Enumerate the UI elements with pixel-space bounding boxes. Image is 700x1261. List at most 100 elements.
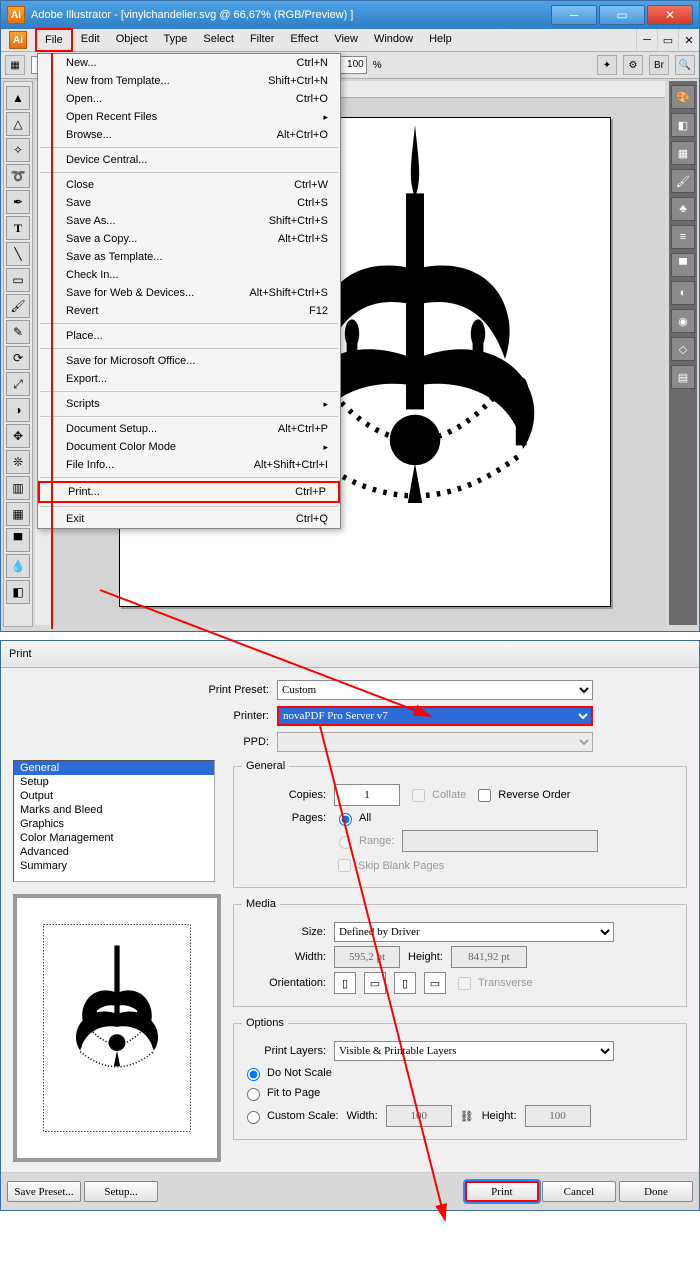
menu-item-browse[interactable]: Browse...Alt+Ctrl+O xyxy=(38,126,340,144)
pages-all-radio[interactable] xyxy=(339,813,352,826)
done-button[interactable]: Done xyxy=(619,1181,693,1202)
direct-selection-tool-icon[interactable]: △ xyxy=(6,112,30,136)
menu-item-revert[interactable]: RevertF12 xyxy=(38,302,340,320)
link-icon[interactable]: ⛓ xyxy=(460,1110,474,1123)
gradient-panel-icon[interactable]: ▀ xyxy=(671,253,695,277)
swatches-panel-icon[interactable]: ▦ xyxy=(671,141,695,165)
magic-wand-tool-icon[interactable]: ✧ xyxy=(6,138,30,162)
menu-window[interactable]: Window xyxy=(366,29,421,51)
menu-effect[interactable]: Effect xyxy=(282,29,326,51)
eyedropper-tool-icon[interactable]: 💧 xyxy=(6,554,30,578)
symbol-sprayer-tool-icon[interactable]: ❊ xyxy=(6,450,30,474)
print-button[interactable]: Print xyxy=(465,1181,539,1202)
menu-type[interactable]: Type xyxy=(156,29,196,51)
menu-item-file-info[interactable]: File Info...Alt+Shift+Ctrl+I xyxy=(38,456,340,474)
menu-item-place[interactable]: Place... xyxy=(38,327,340,345)
media-size-select[interactable]: Defined by Driver xyxy=(334,922,614,942)
menu-item-save[interactable]: SaveCtrl+S xyxy=(38,194,340,212)
custom-scale-radio[interactable] xyxy=(247,1111,260,1124)
cancel-button[interactable]: Cancel xyxy=(542,1181,616,1202)
appearance-panel-icon[interactable]: ◉ xyxy=(671,309,695,333)
section-general[interactable]: General xyxy=(14,761,214,775)
preferences-icon[interactable]: ⚙ xyxy=(623,55,643,75)
graph-tool-icon[interactable]: ▥ xyxy=(6,476,30,500)
menu-item-save-as[interactable]: Save As...Shift+Ctrl+S xyxy=(38,212,340,230)
menu-edit[interactable]: Edit xyxy=(73,29,108,51)
rectangle-tool-icon[interactable]: ▭ xyxy=(6,268,30,292)
gradient-tool-icon[interactable]: ▀ xyxy=(6,528,30,552)
menu-filter[interactable]: Filter xyxy=(242,29,282,51)
orientation-portrait-up-icon[interactable]: ▯ xyxy=(334,972,356,994)
menu-view[interactable]: View xyxy=(326,29,366,51)
paintbrush-tool-icon[interactable]: 🖌 xyxy=(6,294,30,318)
lasso-tool-icon[interactable]: ➰ xyxy=(6,164,30,188)
mdi-close-button[interactable]: ✕ xyxy=(678,29,699,51)
menu-item-device-central[interactable]: Device Central... xyxy=(38,151,340,169)
menu-item-exit[interactable]: ExitCtrl+Q xyxy=(38,510,340,528)
stroke-panel-icon[interactable]: ≡ xyxy=(671,225,695,249)
menu-item-save-a-copy[interactable]: Save a Copy...Alt+Ctrl+S xyxy=(38,230,340,248)
menu-object[interactable]: Object xyxy=(108,29,156,51)
blend-tool-icon[interactable]: ◧ xyxy=(6,580,30,604)
menu-item-close[interactable]: CloseCtrl+W xyxy=(38,176,340,194)
printer-select[interactable]: novaPDF Pro Server v7 xyxy=(277,706,593,726)
selection-tool-icon[interactable]: ▲ xyxy=(6,86,30,110)
fit-to-page-radio[interactable] xyxy=(247,1088,260,1101)
print-preset-select[interactable]: Custom xyxy=(277,680,593,700)
section-color-management[interactable]: Color Management xyxy=(14,831,214,845)
minimize-button[interactable]: ─ xyxy=(551,5,597,25)
type-tool-icon[interactable]: T xyxy=(6,216,30,240)
menu-item-new[interactable]: New...Ctrl+N xyxy=(38,54,340,72)
menu-select[interactable]: Select xyxy=(195,29,242,51)
pen-tool-icon[interactable]: ✒ xyxy=(6,190,30,214)
menu-item-print[interactable]: Print...Ctrl+P xyxy=(38,481,340,503)
brushes-panel-icon[interactable]: 🖌 xyxy=(671,169,695,193)
menu-item-open[interactable]: Open...Ctrl+O xyxy=(38,90,340,108)
color-panel-icon[interactable]: 🎨 xyxy=(671,85,695,109)
layers-panel-icon[interactable]: ▤ xyxy=(671,365,695,389)
menu-help[interactable]: Help xyxy=(421,29,460,51)
transparency-panel-icon[interactable]: ◐ xyxy=(671,281,695,305)
print-layers-select[interactable]: Visible & Printable Layers xyxy=(334,1041,614,1061)
mesh-tool-icon[interactable]: ▦ xyxy=(6,502,30,526)
menu-item-scripts[interactable]: Scripts xyxy=(38,395,340,413)
menu-file[interactable]: File xyxy=(35,28,73,52)
reverse-order-checkbox[interactable] xyxy=(478,789,491,802)
menu-item-save-as-template[interactable]: Save as Template... xyxy=(38,248,340,266)
section-advanced[interactable]: Advanced xyxy=(14,845,214,859)
line-tool-icon[interactable]: ╲ xyxy=(6,242,30,266)
graphic-styles-panel-icon[interactable]: ◇ xyxy=(671,337,695,361)
print-section-list[interactable]: GeneralSetupOutputMarks and BleedGraphic… xyxy=(13,760,215,882)
copies-input[interactable] xyxy=(334,784,400,806)
orientation-landscape-left-icon[interactable]: ▭ xyxy=(364,972,386,994)
document-setup-icon[interactable]: ✦ xyxy=(597,55,617,75)
section-graphics[interactable]: Graphics xyxy=(14,817,214,831)
menu-item-document-setup[interactable]: Document Setup...Alt+Ctrl+P xyxy=(38,420,340,438)
maximize-button[interactable]: ▭ xyxy=(599,5,645,25)
save-preset-button[interactable]: Save Preset... xyxy=(7,1181,81,1202)
warp-tool-icon[interactable]: ◑ xyxy=(6,398,30,422)
free-transform-tool-icon[interactable]: ✥ xyxy=(6,424,30,448)
orientation-portrait-down-icon[interactable]: ▯ xyxy=(394,972,416,994)
scale-tool-icon[interactable]: ⤢ xyxy=(6,372,30,396)
section-summary[interactable]: Summary xyxy=(14,859,214,873)
menu-item-check-in[interactable]: Check In... xyxy=(38,266,340,284)
symbols-panel-icon[interactable]: ♣ xyxy=(671,197,695,221)
rotate-tool-icon[interactable]: ⟳ xyxy=(6,346,30,370)
mdi-restore-button[interactable]: ▭ xyxy=(657,29,678,51)
pencil-tool-icon[interactable]: ✎ xyxy=(6,320,30,344)
orientation-landscape-right-icon[interactable]: ▭ xyxy=(424,972,446,994)
menu-item-open-recent-files[interactable]: Open Recent Files xyxy=(38,108,340,126)
section-output[interactable]: Output xyxy=(14,789,214,803)
menu-item-document-color-mode[interactable]: Document Color Mode xyxy=(38,438,340,456)
do-not-scale-radio[interactable] xyxy=(247,1068,260,1081)
search-icon[interactable]: 🔍 xyxy=(675,55,695,75)
mdi-minimize-button[interactable]: ─ xyxy=(636,29,657,51)
menu-item-save-for-microsoft-office[interactable]: Save for Microsoft Office... xyxy=(38,352,340,370)
menu-item-new-from-template[interactable]: New from Template...Shift+Ctrl+N xyxy=(38,72,340,90)
menu-item-save-for-web-devices[interactable]: Save for Web & Devices...Alt+Shift+Ctrl+… xyxy=(38,284,340,302)
menu-item-export[interactable]: Export... xyxy=(38,370,340,388)
section-marks-and-bleed[interactable]: Marks and Bleed xyxy=(14,803,214,817)
color-guide-panel-icon[interactable]: ◧ xyxy=(671,113,695,137)
setup-button[interactable]: Setup... xyxy=(84,1181,158,1202)
